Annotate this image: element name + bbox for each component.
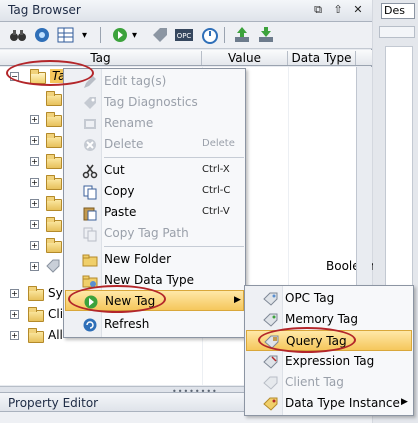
client-tag-icon [263, 375, 279, 391]
submenu-item-data-type-instance[interactable]: Data Type Instance ▶ [245, 393, 413, 414]
opc-tag-icon [263, 291, 279, 307]
tree-item-label[interactable]: Cli [48, 307, 63, 321]
menu-item-delete[interactable]: Delete Delete [64, 134, 245, 155]
tag-icon [46, 259, 60, 273]
toolbar-separator [224, 27, 225, 43]
expand-icon[interactable]: + [10, 289, 19, 298]
annotation-ring-root [6, 60, 94, 86]
submenu-arrow-icon: ▶ [401, 397, 408, 407]
restore-icon[interactable]: ⧉ [312, 4, 324, 16]
menu-item-tag-diagnostics[interactable]: Tag Diagnostics [64, 92, 245, 113]
folder-icon [46, 154, 62, 169]
annotation-ring-new-tag [68, 285, 166, 313]
data-type-instance-icon [263, 396, 279, 412]
chevron-down-icon[interactable]: ▾ [82, 30, 87, 41]
menu-separator [104, 246, 244, 247]
expand-icon[interactable]: + [30, 262, 39, 271]
expand-icon[interactable]: + [10, 310, 19, 319]
submenu-item-opc-tag[interactable]: OPC Tag [245, 288, 413, 309]
diagnostics-icon [82, 95, 98, 111]
expand-icon[interactable]: + [30, 178, 39, 187]
grid-view-icon[interactable] [56, 25, 76, 45]
memory-tag-icon [263, 312, 279, 328]
submenu-item-memory-tag[interactable]: Memory Tag [245, 309, 413, 330]
copy-path-icon [82, 226, 98, 242]
folder-icon [28, 328, 44, 343]
edit-tag-icon[interactable] [150, 25, 170, 45]
folder-icon [46, 196, 62, 211]
chevron-down-icon[interactable]: ▾ [132, 30, 137, 41]
property-editor-title: Property Editor [8, 396, 99, 410]
menu-item-copy[interactable]: Copy Ctrl-C [64, 181, 245, 202]
expand-icon[interactable]: + [10, 331, 19, 340]
scissors-icon [82, 163, 98, 179]
folder-icon [28, 307, 44, 322]
folder-icon [46, 217, 62, 232]
title-bar: Tag Browser ⧉ ⇧ ✕ [0, 0, 372, 22]
toolbar-separator [100, 27, 101, 43]
import-icon[interactable] [232, 25, 252, 45]
binoculars-icon[interactable] [8, 25, 28, 45]
expand-icon[interactable]: + [30, 136, 39, 145]
folder-icon [46, 175, 62, 190]
tree-item-label[interactable]: All [48, 328, 63, 342]
right-pane-tab[interactable] [379, 26, 415, 38]
folder-icon [46, 112, 62, 127]
menu-item-cut[interactable]: Cut Ctrl-X [64, 160, 245, 181]
folder-icon [46, 91, 62, 106]
submenu-item-client-tag[interactable]: Client Tag [245, 372, 413, 393]
column-value[interactable]: Value [202, 51, 288, 65]
menu-item-copy-tag-path[interactable]: Copy Tag Path [64, 223, 245, 244]
opc-icon[interactable]: OPC [174, 25, 194, 45]
copy-icon [82, 184, 98, 200]
export-icon[interactable] [256, 25, 276, 45]
expression-tag-icon [263, 354, 279, 370]
window-title: Tag Browser [8, 3, 81, 17]
pin-icon[interactable]: ⇧ [332, 4, 344, 16]
rename-icon [82, 116, 98, 132]
expand-icon[interactable]: + [30, 157, 39, 166]
toolbar: ▾ ▾ OPC [0, 22, 372, 49]
menu-item-paste[interactable]: Paste Ctrl-V [64, 202, 245, 223]
column-data-type[interactable]: Data Type [288, 51, 356, 65]
expand-icon[interactable]: + [30, 220, 39, 229]
tag-search-icon[interactable] [32, 25, 52, 45]
designer-dropdown[interactable]: Des [381, 3, 415, 19]
expand-icon[interactable]: + [30, 199, 39, 208]
folder-icon [46, 238, 62, 253]
menu-item-rename[interactable]: Rename [64, 113, 245, 134]
submenu-item-expression-tag[interactable]: Expression Tag [245, 351, 413, 372]
folder-icon [28, 286, 44, 301]
annotation-ring-query-tag [258, 327, 356, 353]
dropdown-text: Des [384, 4, 405, 17]
refresh-icon [82, 317, 98, 333]
menu-separator [104, 157, 244, 158]
folder-icon [46, 133, 62, 148]
stopwatch-icon[interactable] [200, 25, 220, 45]
add-tag-icon[interactable] [110, 25, 130, 45]
expand-icon[interactable]: + [30, 115, 39, 124]
expand-icon[interactable]: + [30, 241, 39, 250]
paste-icon [82, 205, 98, 221]
menu-item-new-folder[interactable]: New Folder [64, 249, 245, 270]
svg-text:OPC: OPC [177, 32, 192, 40]
menu-item-refresh[interactable]: Refresh [64, 314, 245, 335]
close-icon[interactable]: ✕ [352, 4, 364, 16]
submenu-arrow-icon: ▶ [234, 295, 241, 305]
new-folder-icon [82, 252, 98, 268]
delete-icon [82, 137, 98, 153]
